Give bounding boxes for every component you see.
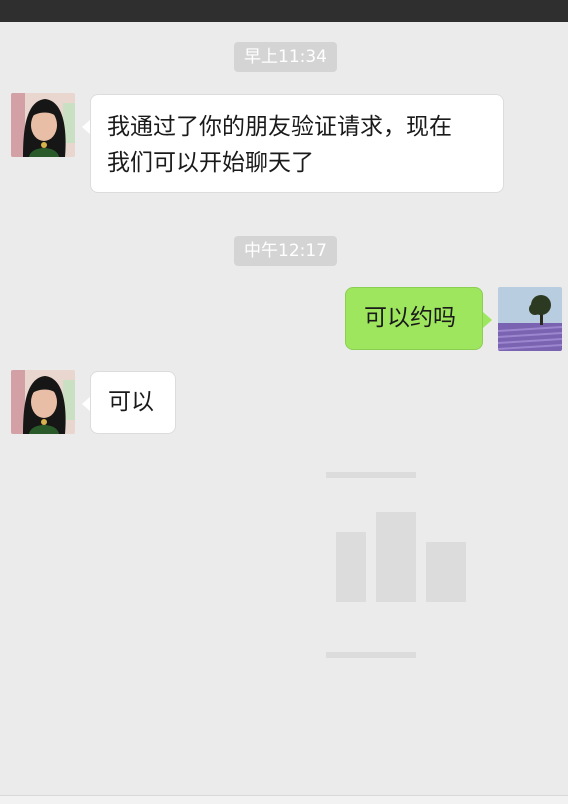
incoming-message-bubble[interactable]: 我通过了你的朋友验证请求，现在 我们可以开始聊天了 (90, 94, 504, 193)
incoming-message-bubble[interactable]: 可以 (90, 371, 176, 434)
my-avatar[interactable] (498, 287, 562, 351)
contact-avatar[interactable] (11, 370, 75, 434)
watermark-icon (326, 472, 466, 658)
contact-avatar[interactable] (11, 93, 75, 157)
timestamp-label: 中午12:17 (234, 236, 337, 266)
message-text-line: 我通过了你的朋友验证请求，现在 (107, 114, 452, 140)
timestamp-label: 早上11:34 (234, 42, 337, 72)
message-text-line: 我们可以开始聊天了 (107, 150, 314, 176)
outgoing-message-bubble[interactable]: 可以约吗 (345, 287, 483, 350)
chat-message-list[interactable]: 早上11:34 我通过了你的朋友验证请求，现在 我们可以开始聊天了 中午12:1… (0, 22, 568, 795)
status-bar (0, 0, 568, 22)
bubble-tail (483, 312, 492, 328)
